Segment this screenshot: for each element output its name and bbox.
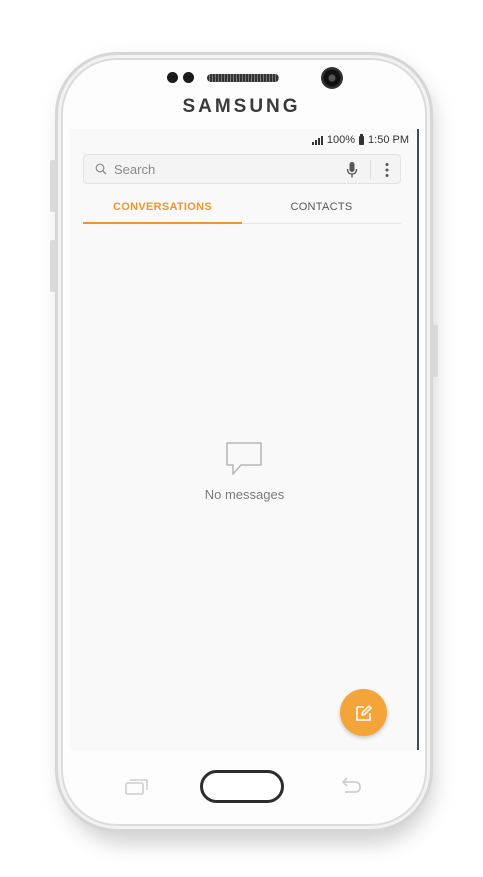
clock: 1:50 PM (368, 134, 409, 146)
battery-icon (359, 133, 365, 145)
tab-bar: CONVERSATIONS CONTACTS (83, 192, 401, 224)
front-camera (321, 67, 343, 89)
signal-icon (311, 135, 323, 145)
earpiece-speaker (207, 74, 279, 82)
message-bubble-icon (226, 442, 262, 475)
more-options-icon[interactable] (381, 161, 393, 179)
back-icon[interactable] (338, 776, 364, 796)
search-bar[interactable]: Search (83, 154, 401, 184)
sensor-dot (167, 72, 178, 83)
battery-percent: 100% (326, 134, 356, 146)
brand-logo: SAMSUNG (182, 96, 301, 117)
empty-state-message: No messages (204, 487, 285, 502)
volume-down-button[interactable] (50, 240, 56, 292)
screen-edge (417, 129, 419, 750)
screen: 100% 1:50 PM Search CONVERSATIONS CONTAC… (70, 129, 419, 750)
volume-up-button[interactable] (50, 160, 56, 212)
microphone-icon[interactable] (345, 161, 359, 179)
recent-apps-icon[interactable] (124, 778, 150, 796)
home-button[interactable] (200, 770, 284, 803)
search-input[interactable]: Search (114, 162, 155, 177)
compose-button[interactable] (340, 689, 387, 736)
status-bar: 100% 1:50 PM (70, 129, 419, 151)
search-divider (370, 160, 371, 179)
power-button[interactable] (432, 325, 438, 377)
tab-contacts[interactable]: CONTACTS (242, 192, 401, 224)
compose-icon (355, 704, 372, 721)
search-icon (95, 163, 107, 175)
tab-conversations[interactable]: CONVERSATIONS (83, 192, 242, 224)
sensor-dot (183, 72, 194, 83)
